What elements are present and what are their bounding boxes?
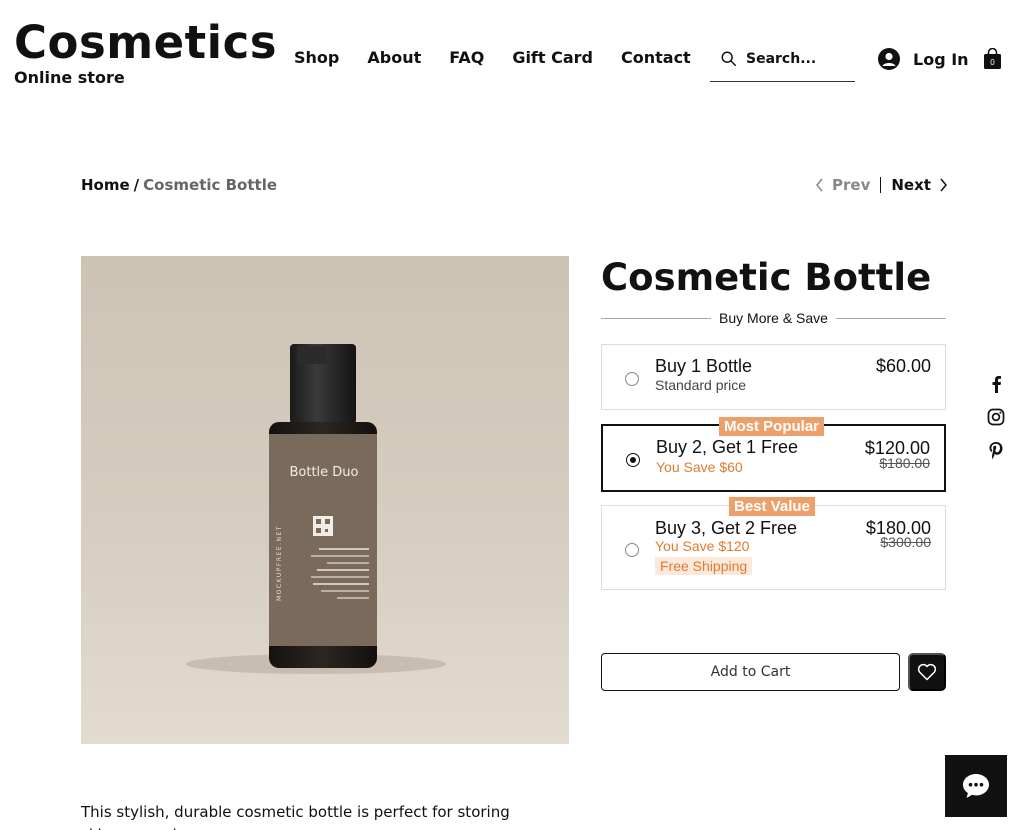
nav-item-contact[interactable]: Contact	[621, 48, 691, 68]
best-value-badge: Best Value	[729, 497, 815, 516]
next-label: Next	[891, 176, 931, 194]
product-pager: Prev Next	[815, 176, 948, 194]
free-shipping-badge: Free Shipping	[655, 557, 753, 575]
pinterest-icon	[989, 441, 1003, 459]
nav-item-gift-card[interactable]: Gift Card	[512, 48, 593, 68]
heart-icon	[917, 663, 937, 681]
nav-item-about[interactable]: About	[367, 48, 421, 68]
nav-item-shop[interactable]: Shop	[294, 48, 339, 68]
chevron-left-icon	[816, 178, 823, 192]
main-nav: Shop About FAQ Gift Card Contact	[294, 48, 719, 68]
chevron-right-icon	[940, 178, 947, 192]
search-icon	[721, 51, 737, 67]
chat-widget-button[interactable]	[945, 755, 1007, 817]
bundle-option-2-radio[interactable]	[626, 453, 640, 467]
facebook-link[interactable]	[986, 374, 1006, 394]
login-label: Log In	[913, 49, 969, 69]
login-button[interactable]: Log In	[878, 48, 969, 70]
next-link[interactable]: Next	[891, 176, 948, 194]
bundle-option-1-radio[interactable]	[625, 372, 639, 386]
bundle-heading-text: Buy More & Save	[719, 310, 828, 326]
bundle-option-3-save: You Save $120	[655, 538, 750, 554]
bundle-option-3-old-price: $300.00	[880, 534, 931, 550]
wishlist-button[interactable]	[908, 653, 946, 691]
add-to-cart-button[interactable]: Add to Cart	[601, 653, 900, 691]
bundle-option-2-save: You Save $60	[656, 459, 743, 475]
bundle-option-3-radio[interactable]	[625, 543, 639, 557]
product-image[interactable]: Bottle Duo MOCKUPFREE.NET	[81, 256, 569, 744]
bundle-heading-line-right	[835, 317, 946, 319]
prev-label: Prev	[832, 176, 871, 194]
bundle-heading: Buy More & Save	[601, 308, 946, 328]
chat-icon	[963, 774, 989, 798]
bundle-option-1[interactable]: Buy 1 Bottle Standard price $60.00	[601, 344, 946, 410]
nav-item-faq[interactable]: FAQ	[449, 48, 484, 68]
account-icon	[878, 48, 900, 70]
bundle-option-2-name: Buy 2, Get 1 Free	[656, 437, 799, 457]
product-title: Cosmetic Bottle	[601, 256, 932, 299]
pager-divider	[880, 177, 882, 193]
breadcrumb-current: Cosmetic Bottle	[143, 176, 278, 194]
bottle-illustration: Bottle Duo MOCKUPFREE.NET	[186, 344, 446, 674]
bundle-option-1-price: $60.00	[875, 356, 931, 376]
most-popular-badge: Most Popular	[719, 417, 825, 436]
bottle-side-text: MOCKUPFREE.NET	[276, 525, 283, 601]
cart-count: 0	[990, 58, 995, 67]
search-input[interactable]	[746, 46, 846, 72]
bundle-option-2-old-price: $180.00	[879, 455, 930, 471]
bundle-option-1-name: Buy 1 Bottle	[655, 356, 753, 376]
bottle-label: Bottle Duo	[289, 465, 358, 480]
cart-bag-icon[interactable]: 0	[983, 48, 1002, 70]
pinterest-link[interactable]	[986, 440, 1006, 460]
facebook-icon	[992, 376, 1001, 393]
breadcrumb-home[interactable]: Home	[81, 176, 130, 194]
prev-link[interactable]: Prev	[815, 176, 870, 194]
bundle-option-1-sub: Standard price	[655, 377, 747, 393]
bundle-option-3[interactable]: Buy 3, Get 2 Free You Save $120 Free Shi…	[601, 505, 946, 590]
instagram-icon	[987, 408, 1005, 426]
brand-logo-subtitle: Online store	[14, 68, 125, 87]
search-bar[interactable]	[710, 46, 855, 82]
brand-logo-title[interactable]: Cosmetics	[14, 16, 277, 69]
breadcrumb: Home / Cosmetic Bottle	[81, 176, 277, 194]
breadcrumb-separator: /	[133, 176, 140, 194]
bundle-heading-line-left	[601, 317, 712, 319]
bundle-option-3-name: Buy 3, Get 2 Free	[655, 518, 798, 538]
instagram-link[interactable]	[986, 407, 1006, 427]
product-description: This stylish, durable cosmetic bottle is…	[81, 803, 510, 830]
